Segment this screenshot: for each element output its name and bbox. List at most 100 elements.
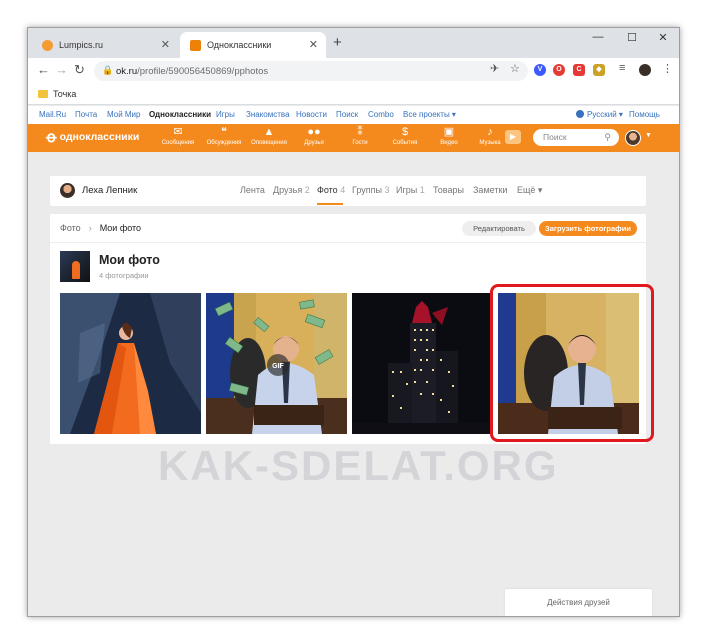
nav-notifications[interactable]: ▲ Оповещения [247,126,291,146]
gif-badge: GIF [272,363,284,370]
address-path: /profile/590056450869/pphotos [137,65,269,77]
profile-avatar[interactable] [60,183,75,198]
edit-button[interactable]: Редактировать [462,221,536,236]
link-all-projects[interactable]: Все проекты ▾ [403,110,456,119]
upload-photos-button[interactable]: Загрузить фотографии [539,221,637,236]
search-icon[interactable]: ⚲ [604,129,611,146]
tab-close-icon[interactable]: ✕ [161,38,170,51]
search-placeholder: Поиск [543,132,567,142]
events-icon: $ [401,126,409,138]
tab-label: Заметки [473,185,508,195]
tab-notes[interactable]: Заметки [473,185,507,195]
profile-avatar-icon[interactable] [639,64,651,76]
friends-actions-panel[interactable]: Действия друзей [505,589,652,616]
nav-label: Обсуждения [206,140,242,146]
tab-label: Фото [317,185,338,195]
link-help[interactable]: Помощь [629,110,660,119]
opera-extension-icon[interactable]: O [553,64,565,76]
vpn-extension-icon[interactable]: V [534,64,546,76]
translate-icon[interactable]: ✈ [490,62,499,75]
breadcrumb-photos[interactable]: Фото [60,223,81,233]
album-cover[interactable] [60,251,90,282]
nav-label: Сообщения [161,140,195,146]
nav-discussions[interactable]: ❝ Обсуждения [202,126,246,146]
tab-more[interactable]: Ещё ▾ [517,185,542,196]
tab-lenta[interactable]: Лента [240,185,265,195]
photo-thumbnail-1[interactable] [60,293,201,434]
tab-count: 2 [304,185,310,195]
bell-icon: ▲ [263,126,275,138]
bookmarks-bar: Точка [28,85,679,105]
tab-groups[interactable]: Группы 3 [352,185,390,195]
nav-guests[interactable]: ⁑ Гости [338,126,382,146]
nav-label: Гости [352,140,368,146]
link-odnoklassniki[interactable]: Одноклассники [149,110,211,119]
link-novosti[interactable]: Новости [296,110,327,119]
reload-icon[interactable]: ↻ [74,62,85,78]
tab-photos[interactable]: Фото 4 [317,185,345,195]
link-combo[interactable]: Combo [368,110,394,119]
link-poisk[interactable]: Поиск [336,110,358,119]
language-select[interactable]: Русский ▾ [587,110,623,119]
browser-toolbar: ← → ↻ 🔒 ok.ru/profile/590056450869/pphot… [28,58,679,85]
ok-logo[interactable]: ꝋ одноклассники [46,128,139,146]
ok-header: ꝋ одноклассники ✉ Сообщения ❝ Обсуждения ▲… [28,124,679,152]
csg-extension-icon[interactable]: C [573,64,585,76]
photo-thumbnail-3[interactable] [352,293,493,434]
footprints-icon: ⁑ [357,126,363,138]
album-photo-count: 4 фотографии [99,271,149,280]
lock-icon: 🔒 [102,65,114,75]
ok-search-input[interactable]: Поиск ⚲ [533,129,619,146]
browser-menu-icon[interactable]: ⋮ [662,62,673,75]
tab-label: Ещё ▾ [517,185,543,195]
watermark: KAK-SDELAT.ORG [158,442,559,489]
address-host: ok.ru [116,65,138,77]
back-arrow-icon[interactable]: ← [37,62,50,77]
nav-messages[interactable]: ✉ Сообщения [156,126,200,146]
shield-extension-icon[interactable]: ◆ [593,64,605,76]
tab-games[interactable]: Игры 1 [396,185,425,195]
reading-list-icon[interactable]: ≡ [619,62,625,74]
nav-events[interactable]: $ События [383,126,427,146]
woman-orange-dress-image [60,293,201,434]
link-mailru[interactable]: Mail.Ru [39,110,66,119]
globe-icon [576,110,584,118]
music-play-button[interactable]: ▶ [505,130,521,144]
lumpics-favicon-icon [42,39,53,51]
tab-friends[interactable]: Друзья 2 [273,185,310,195]
link-znakomstva[interactable]: Знакомства [246,110,290,119]
chevron-down-icon[interactable]: ▼ [645,132,652,139]
link-pochta[interactable]: Почта [75,110,97,119]
page-content: Леха Лепник Лента Друзья 2 Фото 4 Группы… [28,152,679,616]
minimize-button[interactable]: — [583,31,613,43]
nav-label: Видео [440,140,458,146]
ok-logo-text: одноклассники [59,131,140,143]
bookmark-star-icon[interactable]: ☆ [510,62,520,75]
tab-close-icon[interactable]: ✕ [309,38,318,51]
tab-odnoklassniki[interactable]: Одноклассники ✕ [180,32,326,58]
photo-thumbnail-2[interactable]: GIF [206,293,347,434]
user-avatar[interactable] [625,130,641,146]
forward-arrow-icon[interactable]: → [55,62,68,77]
bookmark-tochka[interactable]: Точка [53,89,76,99]
link-moi-mir[interactable]: Мой Мир [107,110,140,119]
tab-title: Одноклассники [207,40,272,50]
man-money-gif-image: GIF [206,293,347,434]
ok-favicon-icon [190,39,201,51]
maximize-button[interactable]: ☐ [617,31,647,44]
address-bar[interactable]: 🔒 ok.ru/profile/590056450869/pphotos [94,61,528,81]
breadcrumb-current: Мои фото [99,223,142,233]
nav-label: Оповещения [251,140,287,146]
tab-lumpics[interactable]: Lumpics.ru ✕ [32,32,178,58]
profile-name[interactable]: Леха Лепник [82,185,137,196]
nav-friends[interactable]: ●● Друзья [292,126,336,146]
nav-video[interactable]: ▣ Видео [427,126,471,146]
link-igry[interactable]: Игры [216,110,235,119]
new-tab-button[interactable]: + [333,34,342,51]
close-window-button[interactable]: ✕ [648,31,678,44]
ok-logo-icon: ꝋ [46,129,57,146]
tab-goods[interactable]: Товары [433,185,464,195]
breadcrumb: Фото › Мои фото [60,223,141,233]
envelope-icon: ✉ [173,126,183,138]
active-tab-indicator [317,203,343,205]
